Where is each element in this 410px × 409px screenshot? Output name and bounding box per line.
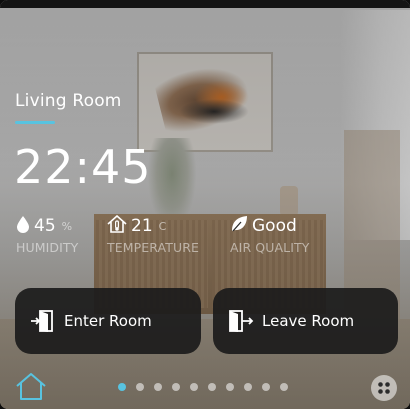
temperature-unit: C: [158, 219, 167, 233]
page-dot[interactable]: [190, 383, 198, 391]
leave-room-label: Leave Room: [262, 312, 355, 330]
temperature-stat: 21 C TEMPERATURE: [107, 214, 199, 255]
smart-home-screen: Living Room 22:45 45 % HUMIDITY 21 C TEM…: [0, 0, 410, 409]
humidity-label: HUMIDITY: [16, 240, 79, 255]
page-dot[interactable]: [280, 383, 288, 391]
temperature-value: 21: [131, 216, 153, 236]
enter-room-button[interactable]: Enter Room: [15, 288, 201, 354]
air-quality-value: Good: [252, 216, 297, 236]
page-indicator[interactable]: [118, 383, 288, 391]
page-dot[interactable]: [244, 383, 252, 391]
home-icon[interactable]: [15, 372, 47, 404]
page-dot[interactable]: [226, 383, 234, 391]
page-dot[interactable]: [154, 383, 162, 391]
page-dot[interactable]: [262, 383, 270, 391]
door-exit-icon: [228, 308, 254, 334]
apps-grid-icon[interactable]: [371, 375, 397, 401]
enter-room-label: Enter Room: [64, 312, 152, 330]
door-enter-icon: [30, 308, 56, 334]
thermometer-house-icon: [107, 214, 127, 237]
temperature-label: TEMPERATURE: [107, 240, 199, 255]
title-underline: [15, 121, 55, 124]
water-drop-icon: [16, 215, 30, 237]
humidity-stat: 45 % HUMIDITY: [16, 215, 78, 255]
leave-room-button[interactable]: Leave Room: [213, 288, 398, 354]
humidity-value: 45: [34, 216, 56, 236]
page-dot[interactable]: [136, 383, 144, 391]
page-dot[interactable]: [208, 383, 216, 391]
clock-time: 22:45: [14, 140, 152, 194]
page-dot[interactable]: [172, 383, 180, 391]
leaf-icon: [230, 215, 248, 237]
humidity-unit: %: [61, 219, 73, 233]
air-quality-label: AIR QUALITY: [230, 240, 310, 255]
air-quality-stat: Good AIR QUALITY: [230, 215, 309, 255]
room-title: Living Room: [15, 91, 122, 111]
top-bar: [0, 0, 410, 8]
page-dot[interactable]: [118, 383, 126, 391]
